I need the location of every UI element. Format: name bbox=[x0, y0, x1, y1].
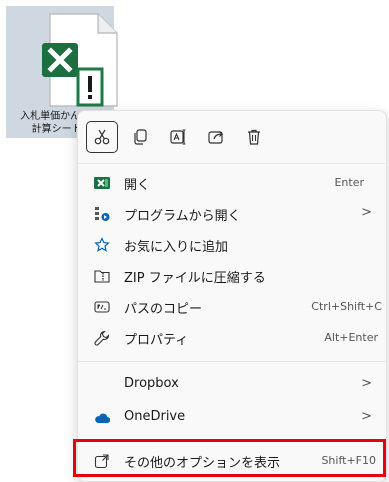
menu-toolbar bbox=[86, 121, 270, 157]
menu-item-shortcut: Ctrl+Shift+C bbox=[311, 300, 382, 313]
share-button[interactable] bbox=[200, 121, 232, 153]
menu-item-label: OneDrive bbox=[124, 409, 186, 424]
menu-item-open-with[interactable]: プログラムから開く > bbox=[82, 199, 382, 229]
open-with-icon bbox=[94, 206, 110, 222]
menu-item-label: プログラムから開く bbox=[124, 209, 241, 224]
rename-icon bbox=[170, 129, 186, 145]
menu-item-compress-zip[interactable]: ZIP ファイルに圧縮する bbox=[82, 261, 382, 291]
menu-item-label: お気に入りに追加 bbox=[124, 240, 229, 255]
rename-button[interactable] bbox=[162, 121, 194, 153]
excel-file-icon bbox=[42, 13, 118, 107]
chevron-right-icon: > bbox=[361, 205, 372, 220]
divider bbox=[78, 361, 388, 362]
cut-button[interactable] bbox=[86, 121, 118, 153]
copy-icon bbox=[134, 129, 147, 145]
menu-item-add-favorites[interactable]: お気に入りに追加 bbox=[82, 230, 382, 260]
menu-item-shortcut: Alt+Enter bbox=[324, 331, 378, 344]
menu-item-onedrive[interactable]: OneDrive > bbox=[82, 403, 382, 433]
chevron-right-icon: > bbox=[361, 376, 372, 391]
menu-item-label: プロパティ bbox=[124, 333, 189, 348]
zip-folder-icon bbox=[94, 268, 110, 284]
menu-item-open[interactable]: 開く Enter bbox=[82, 168, 382, 198]
context-menu: 開く Enter プログラムから開く > お気に入りに追加 ZIP ファイルに圧… bbox=[77, 110, 388, 482]
trash-icon bbox=[248, 129, 260, 145]
chevron-right-icon: > bbox=[361, 409, 372, 424]
menu-item-label: Dropbox bbox=[124, 376, 179, 391]
divider bbox=[78, 163, 388, 164]
share-icon bbox=[208, 131, 223, 144]
menu-item-label: パスのコピー bbox=[124, 302, 203, 317]
menu-item-label: ZIP ファイルに圧縮する bbox=[124, 271, 266, 286]
path-icon bbox=[94, 299, 110, 315]
menu-item-properties[interactable]: プロパティ Alt+Enter bbox=[82, 323, 382, 353]
wrench-icon bbox=[94, 330, 110, 346]
menu-item-shortcut: Enter bbox=[334, 176, 364, 189]
cloud-icon bbox=[94, 410, 110, 426]
scissors-icon bbox=[94, 129, 110, 145]
menu-item-dropbox[interactable]: Dropbox > bbox=[82, 370, 382, 400]
menu-item-label: 開く bbox=[124, 178, 151, 193]
star-icon bbox=[94, 237, 110, 253]
excel-icon bbox=[94, 175, 110, 191]
delete-button[interactable] bbox=[238, 121, 270, 153]
highlight-box bbox=[73, 439, 386, 477]
menu-item-copy-path[interactable]: パスのコピー Ctrl+Shift+C bbox=[82, 292, 382, 322]
copy-button[interactable] bbox=[124, 121, 156, 153]
